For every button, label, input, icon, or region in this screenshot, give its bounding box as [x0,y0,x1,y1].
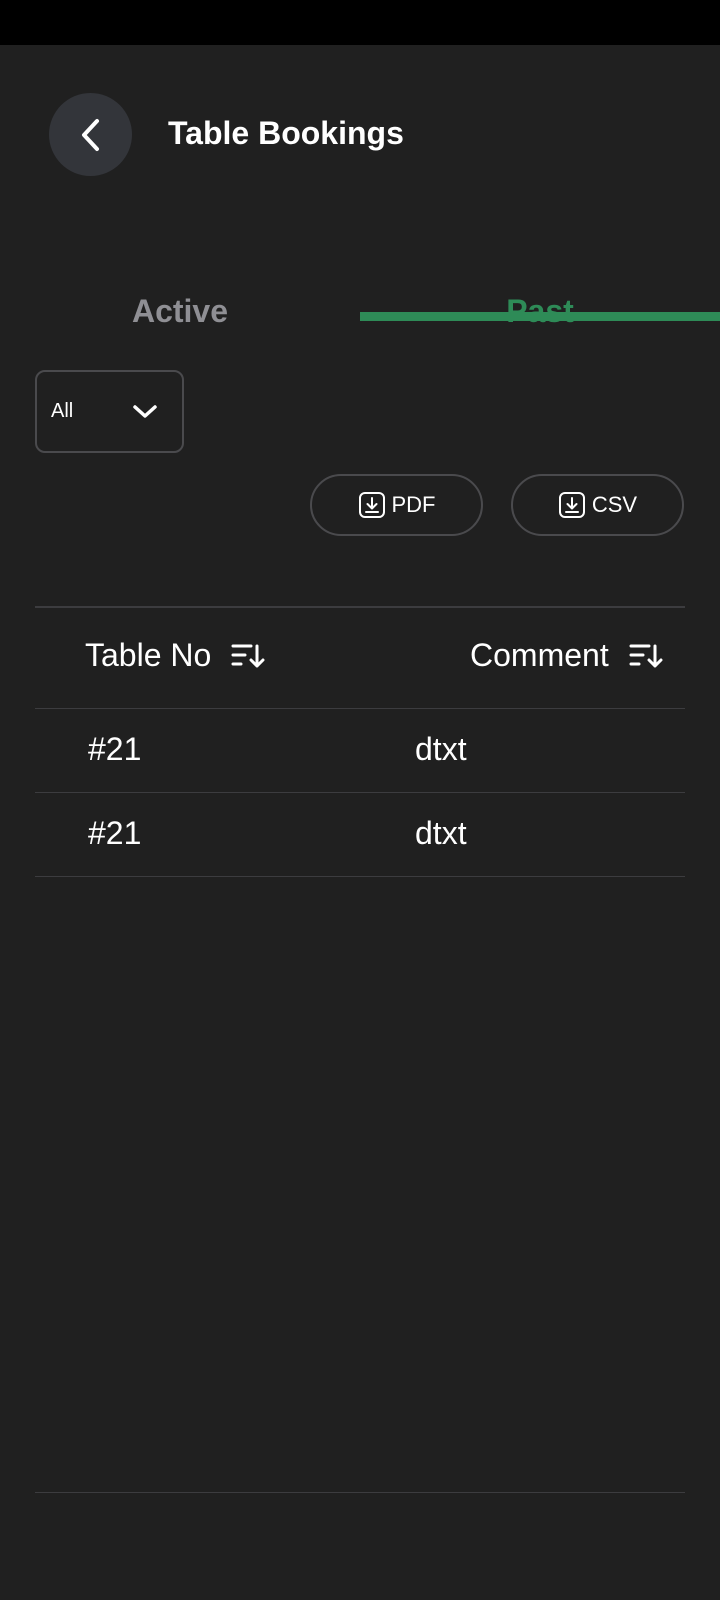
column-header-comment[interactable]: Comment [470,637,663,674]
table-row[interactable]: #21 dtxt [35,793,685,876]
sort-icon[interactable] [629,641,663,671]
app-screen: Table Bookings Active Past All PDF CSV T… [0,45,720,1600]
page-title: Table Bookings [168,115,404,151]
status-bar [0,0,720,45]
cell-table-no: #21 [88,731,142,767]
export-pdf-button[interactable]: PDF [310,474,483,536]
column-header-label: Table No [85,637,212,673]
export-pdf-label: PDF [391,492,436,517]
download-icon [358,492,385,518]
tab-active[interactable]: Active [0,245,360,367]
table-row[interactable]: #21 dtxt [35,709,685,792]
export-csv-button[interactable]: CSV [511,474,684,536]
tab-label: Active [131,293,229,329]
tab-bar: Active Past [0,245,720,367]
chevron-left-icon [81,118,99,151]
table-header: Table No Comment [35,607,685,707]
cell-comment: dtxt [415,815,467,851]
column-header-table-no[interactable]: Table No [85,637,265,674]
export-csv-label: CSV [591,492,638,517]
tab-label: Past [506,293,574,329]
tab-indicator [360,312,720,321]
download-icon [558,492,585,518]
footer-divider [35,1492,685,1493]
tab-past[interactable]: Past [360,245,720,367]
filter-dropdown[interactable]: All [35,370,184,453]
column-header-label: Comment [470,637,609,673]
row-divider [35,876,685,877]
filter-value: All [51,400,74,422]
back-button[interactable] [49,93,132,176]
cell-comment: dtxt [415,731,467,767]
chevron-down-icon [133,404,157,418]
sort-icon[interactable] [231,641,265,671]
cell-table-no: #21 [88,815,142,851]
